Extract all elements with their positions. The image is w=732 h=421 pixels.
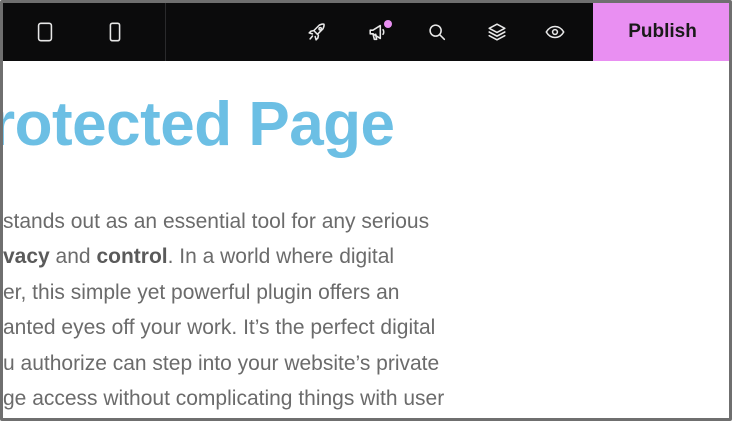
bold-text-run: control [96, 245, 168, 269]
body-text-line: vacy and control. In a world where digit… [3, 239, 729, 274]
preview-button[interactable] [537, 14, 573, 50]
search-button[interactable] [419, 14, 455, 50]
rocket-icon [308, 23, 325, 41]
notification-dot [384, 20, 392, 28]
editor-window: Publish rotected Page stands out as an e… [0, 0, 732, 421]
body-text-line: stands out as an essential tool for any … [3, 204, 729, 239]
page-title: rotected Page [0, 90, 395, 159]
layers-icon [488, 23, 506, 41]
mobile-icon [109, 22, 121, 42]
tablet-icon [37, 22, 53, 42]
text-run: and [49, 245, 97, 269]
launch-button[interactable] [299, 14, 335, 50]
text-run: stands out as an essential tool for any … [3, 210, 430, 233]
text-run: u authorize can step into your website’s… [3, 351, 440, 375]
toolbar-divider [165, 3, 166, 61]
announcements-button[interactable] [360, 14, 396, 50]
editor-toolbar: Publish [3, 3, 729, 61]
text-run: anted eyes off your work. It’s the perfe… [3, 316, 436, 340]
body-text-line: u authorize can step into your website’s… [3, 346, 729, 381]
text-run: ge access without complicating things wi… [3, 386, 445, 410]
text-run: . In a world where digital [167, 245, 395, 269]
bold-text-run: vacy [3, 245, 50, 269]
search-icon [429, 24, 446, 41]
eye-icon [545, 25, 565, 39]
publish-button[interactable]: Publish [593, 3, 729, 61]
page-body-text: stands out as an essential tool for any … [3, 204, 729, 416]
body-text-line: anted eyes off your work. It’s the perfe… [3, 310, 729, 345]
body-text-line: er, this simple yet powerful plugin offe… [3, 275, 729, 310]
layers-button[interactable] [479, 14, 515, 50]
text-run: er, this simple yet powerful plugin offe… [3, 280, 400, 304]
mobile-view-button[interactable] [97, 14, 133, 50]
tablet-view-button[interactable] [27, 14, 63, 50]
body-text-line: ge access without complicating things wi… [3, 381, 729, 416]
